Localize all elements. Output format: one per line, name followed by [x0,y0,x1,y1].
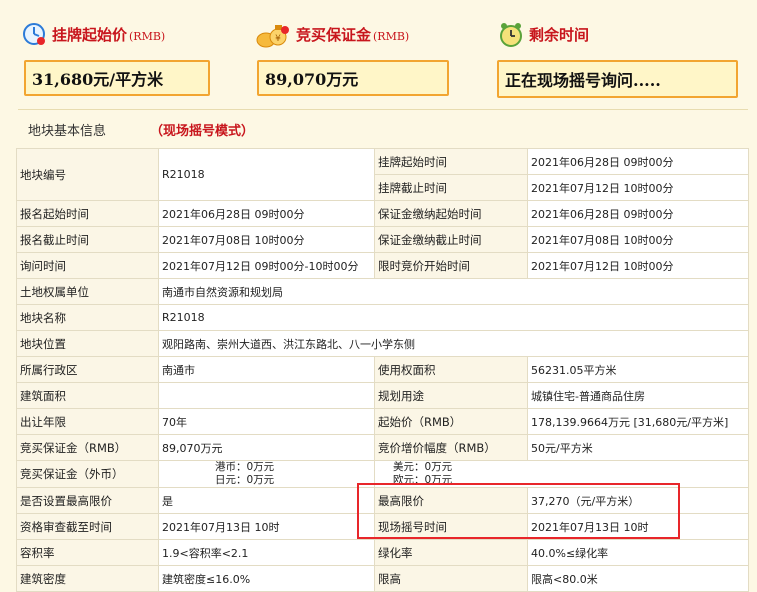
table-row: 容积率 1.9<容积率<2.1 绿化率 40.0%≤绿化率 [16,539,749,566]
table-value: 观阳路南、崇州大道西、洪江东路北、八一小学东侧 [158,330,749,357]
table-value: 1.9<容积率<2.1 [158,539,375,566]
table-row: 地块编号 R21018 挂牌起始时间 2021年06月28日 09时00分 [16,148,749,201]
table-value: 是 [158,487,375,514]
table-value: 70年 [158,408,375,435]
remaining-time-header: 剩余时间 [499,18,589,50]
table-key: 现场摇号时间 [374,513,528,540]
table-key: 是否设置最高限价 [16,487,159,514]
table-key: 资格审查截至时间 [16,513,159,540]
land-info-table: 地块编号 R21018 挂牌起始时间 2021年06月28日 09时00分 挂牌… [16,148,749,592]
table-key: 规划用途 [374,382,528,409]
table-key: 挂牌截止时间 [374,174,528,201]
table-row: 竞买保证金（RMB） 89,070万元 竞价增价幅度（RMB） 50元/平方米 [16,434,749,461]
table-value: R21018 [158,304,749,331]
table-key: 所属行政区 [16,356,159,383]
table-row: 报名截止时间 2021年07月08日 10时00分 保证金缴纳截止时间 2021… [16,226,749,253]
table-value: 南通市 [158,356,375,383]
table-key: 建筑密度 [16,565,159,592]
table-key: 竞价增价幅度（RMB） [374,434,528,461]
table-key: 最高限价 [374,487,528,514]
table-key: 限高 [374,565,528,592]
deposit-label: 竞买保证金 [296,25,372,44]
table-value: 2021年07月13日 10时 [158,513,375,540]
clock-icon [22,22,46,46]
table-value [158,382,375,409]
table-row: 建筑密度 建筑密度≤16.0% 限高 限高<80.0米 [16,565,749,592]
money-bag-icon: ¥ [256,22,290,48]
table-value: 40.0%≤绿化率 [527,539,749,566]
table-row: 询问时间 2021年07月12日 09时00分-10时00分 限时竞价开始时间 … [16,252,749,279]
hkd-value: 港币：0万元 [215,461,275,474]
table-key: 地块位置 [16,330,159,357]
table-value: 178,139.9664万元 [31,680元/平方米] [527,408,749,435]
table-row: 地块名称 R21018 [16,304,749,331]
table-row: 建筑面积 规划用途 城镇住宅-普通商品住房 [16,382,749,409]
table-key: 容积率 [16,539,159,566]
remaining-time-label: 剩余时间 [529,25,590,44]
table-value: 建筑密度≤16.0% [158,565,375,592]
remaining-time-value: 正在现场摇号询问..... [497,60,738,98]
table-key: 限时竞价开始时间 [374,252,528,279]
table-key: 报名截止时间 [16,226,159,253]
eur-value: 欧元：0万元 [393,474,453,486]
table-key: 地块编号 [16,148,159,201]
table-value: 2021年07月08日 10时00分 [527,226,749,253]
table-value: 2021年06月28日 09时00分 [158,200,375,227]
table-value: 2021年07月13日 10时 [527,513,749,540]
table-value: 2021年07月12日 10时00分 [527,174,749,201]
table-value: 南通市自然资源和规划局 [158,278,749,305]
start-price-label: 挂牌起始价 [52,25,128,44]
foreign-currency-cell: 港币：0万元 日元：0万元 [158,460,375,488]
table-value: 限高<80.0米 [527,565,749,592]
start-price-header: 挂牌起始价 (RMB) [22,18,165,50]
deposit-value: 89,070万元 [257,60,449,96]
table-row: 地块位置 观阳路南、崇州大道西、洪江东路北、八一小学东侧 [16,330,749,357]
table-row: 竞买保证金（外币） 港币：0万元 日元：0万元 美元：0万元 欧元：0万元 [16,460,749,488]
table-key: 保证金缴纳起始时间 [374,200,528,227]
table-key: 挂牌起始时间 [374,148,528,175]
table-value: 2021年06月28日 09时00分 [527,200,749,227]
table-key: 竞买保证金（RMB） [16,434,159,461]
table-key: 报名起始时间 [16,200,159,227]
deposit-unit: (RMB) [373,29,410,43]
table-value: 56231.05平方米 [527,356,749,383]
table-key: 保证金缴纳截止时间 [374,226,528,253]
section-title: 地块基本信息 [28,124,107,139]
table-value: 2021年07月12日 10时00分 [527,252,749,279]
foreign-currency-cell: 美元：0万元 欧元：0万元 [374,460,749,488]
table-key: 询问时间 [16,252,159,279]
table-key: 绿化率 [374,539,528,566]
jpy-value: 日元：0万元 [215,474,275,486]
table-row: 土地权属单位 南通市自然资源和规划局 [16,278,749,305]
table-value: R21018 [158,148,375,201]
table-value: 2021年06月28日 09时00分 [527,148,749,175]
start-price-value: 31,680元/平方米 [24,60,210,96]
table-row: 资格审查截至时间 2021年07月13日 10时 现场摇号时间 2021年07月… [16,513,749,540]
usd-value: 美元：0万元 [393,461,453,474]
section-header: 地块基本信息 （现场摇号模式） [18,109,748,146]
table-key: 使用权面积 [374,356,528,383]
start-price-unit: (RMB) [129,29,166,43]
table-value: 2021年07月12日 09时00分-10时00分 [158,252,375,279]
table-row: 报名起始时间 2021年06月28日 09时00分 保证金缴纳起始时间 2021… [16,200,749,227]
table-row: 是否设置最高限价 是 最高限价 37,270（元/平方米） [16,487,749,514]
table-value: 2021年07月08日 10时00分 [158,226,375,253]
table-key: 建筑面积 [16,382,159,409]
table-key: 起始价（RMB） [374,408,528,435]
table-key: 土地权属单位 [16,278,159,305]
table-value: 37,270（元/平方米） [527,487,749,514]
table-key: 地块名称 [16,304,159,331]
table-key: 出让年限 [16,408,159,435]
table-row: 出让年限 70年 起始价（RMB） 178,139.9664万元 [31,680… [16,408,749,435]
deposit-header: ¥ 竞买保证金 (RMB) [256,18,409,50]
table-row: 所属行政区 南通市 使用权面积 56231.05平方米 [16,356,749,383]
section-mode: （现场摇号模式） [150,124,255,139]
alarm-clock-icon [499,22,523,47]
svg-text:¥: ¥ [275,34,281,44]
table-key: 竞买保证金（外币） [16,460,159,488]
table-value: 城镇住宅-普通商品住房 [527,382,749,409]
table-value: 89,070万元 [158,434,375,461]
table-value: 50元/平方米 [527,434,749,461]
